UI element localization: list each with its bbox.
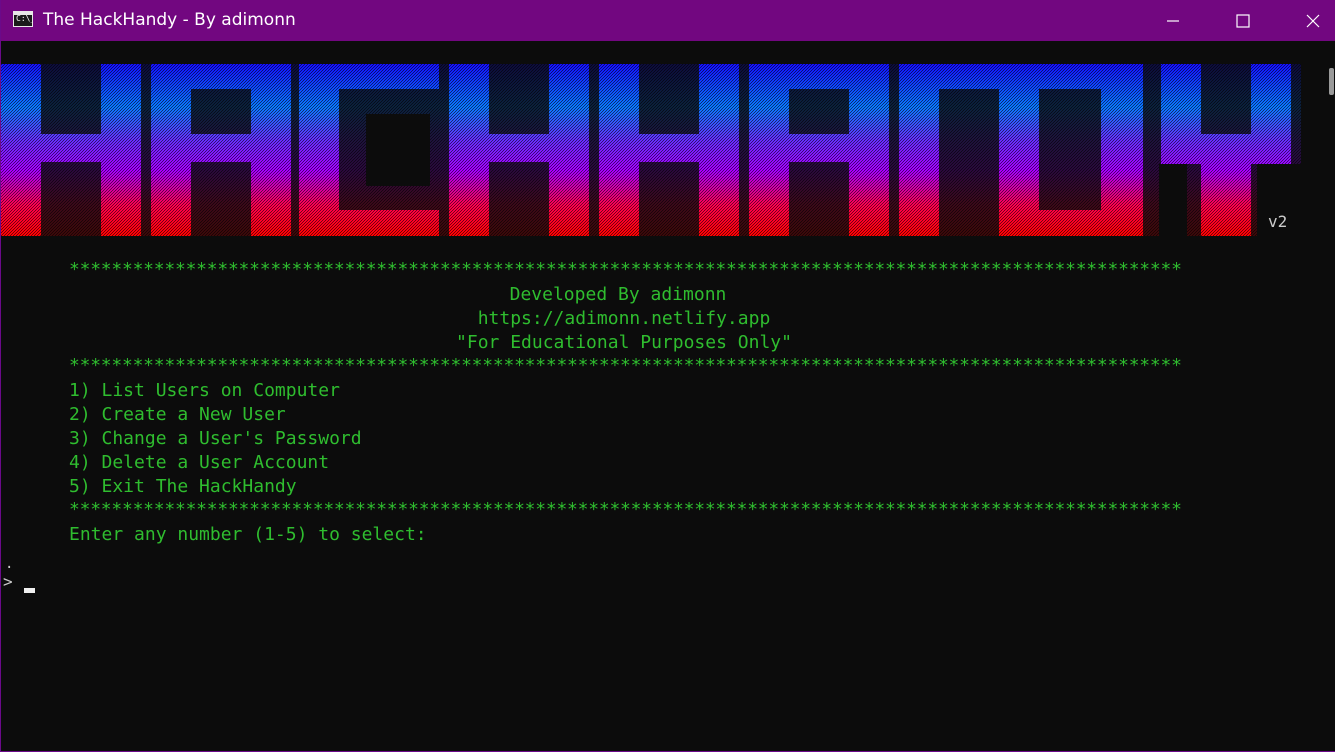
menu-item-3: 3) Change a User's Password xyxy=(69,428,362,449)
selection-prompt: Enter any number (1-5) to select: xyxy=(69,524,427,545)
developed-by-text: Developed By adimonn xyxy=(509,284,727,305)
separator-top: ****************************************… xyxy=(69,259,1182,280)
title-bar[interactable]: C:\_ The HackHandy - By adimonn xyxy=(1,0,1335,41)
maximize-button[interactable] xyxy=(1208,0,1278,41)
menu-item-4: 4) Delete a User Account xyxy=(69,452,330,473)
close-icon xyxy=(1306,14,1320,27)
console-app-icon[interactable]: C:\_ xyxy=(13,11,33,27)
menu-item-5: 5) Exit The HackHandy xyxy=(69,476,297,497)
close-button[interactable] xyxy=(1278,0,1335,41)
separator-middle: ****************************************… xyxy=(69,355,1182,376)
input-cursor[interactable] xyxy=(24,588,35,593)
minimize-button[interactable] xyxy=(1138,0,1208,41)
separator-bottom: ****************************************… xyxy=(69,499,1182,520)
scrollbar-thumb[interactable] xyxy=(1329,68,1334,95)
prompt-arrow-icon: > xyxy=(3,572,13,591)
menu-item-1: 1) List Users on Computer xyxy=(69,380,340,401)
version-label: v2 xyxy=(1268,212,1288,231)
hackhandy-ascii-banner xyxy=(1,64,1301,236)
vertical-scrollbar[interactable] xyxy=(1323,41,1335,751)
console-window: C:\_ The HackHandy - By adimonn xyxy=(0,0,1335,752)
prompt-dot: . xyxy=(5,556,14,572)
website-url: https://adimonn.netlify.app xyxy=(477,308,771,329)
window-title: The HackHandy - By adimonn xyxy=(43,10,296,30)
menu-item-2: 2) Create a New User xyxy=(69,404,286,425)
disclaimer-text: "For Educational Purposes Only" xyxy=(456,332,792,353)
maximize-icon xyxy=(1236,13,1250,28)
minimize-icon xyxy=(1167,19,1179,22)
